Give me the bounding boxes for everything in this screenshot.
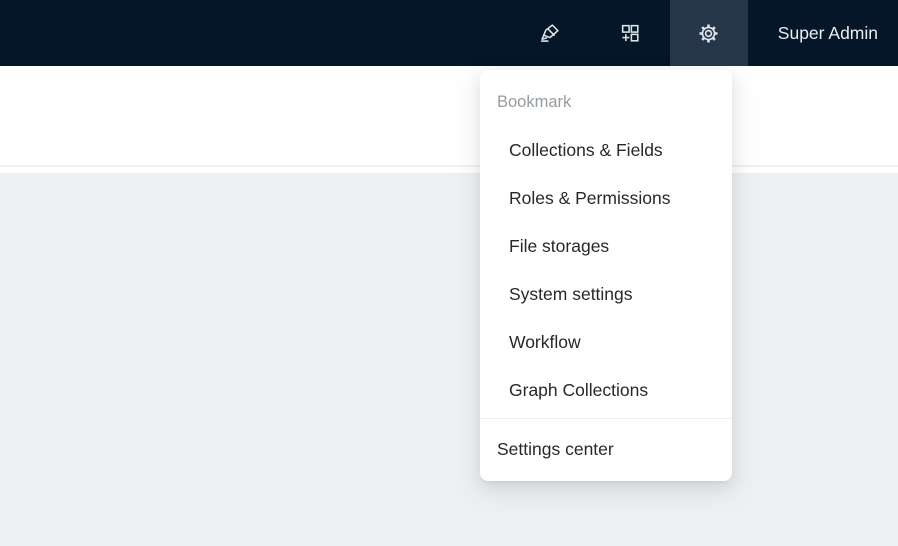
dropdown-item-list: Collections & Fields Roles & Permissions…	[480, 130, 732, 410]
menu-item-file-storages[interactable]: File storages	[480, 226, 732, 266]
menu-item-collections-fields[interactable]: Collections & Fields	[480, 130, 732, 170]
page-content	[0, 173, 898, 546]
menu-item-system-settings[interactable]: System settings	[480, 274, 732, 314]
page-header-band	[0, 66, 898, 166]
ui-editor-button[interactable]	[510, 0, 590, 66]
menu-item-graph-collections[interactable]: Graph Collections	[480, 370, 732, 410]
dropdown-group-label: Bookmark	[480, 82, 732, 122]
settings-center-button[interactable]	[670, 0, 748, 66]
gear-icon	[697, 22, 720, 45]
plugin-manager-button[interactable]	[590, 0, 670, 66]
user-menu[interactable]: Super Admin	[748, 0, 898, 66]
topbar: Super Admin	[0, 0, 898, 66]
settings-dropdown-menu: Bookmark Collections & Fields Roles & Pe…	[480, 70, 732, 481]
highlight-icon	[539, 22, 561, 44]
menu-item-workflow[interactable]: Workflow	[480, 322, 732, 362]
appstore-add-icon	[619, 22, 641, 44]
menu-item-roles-permissions[interactable]: Roles & Permissions	[480, 178, 732, 218]
menu-item-settings-center[interactable]: Settings center	[480, 429, 732, 469]
user-name: Super Admin	[778, 23, 878, 44]
menu-divider	[480, 418, 732, 419]
